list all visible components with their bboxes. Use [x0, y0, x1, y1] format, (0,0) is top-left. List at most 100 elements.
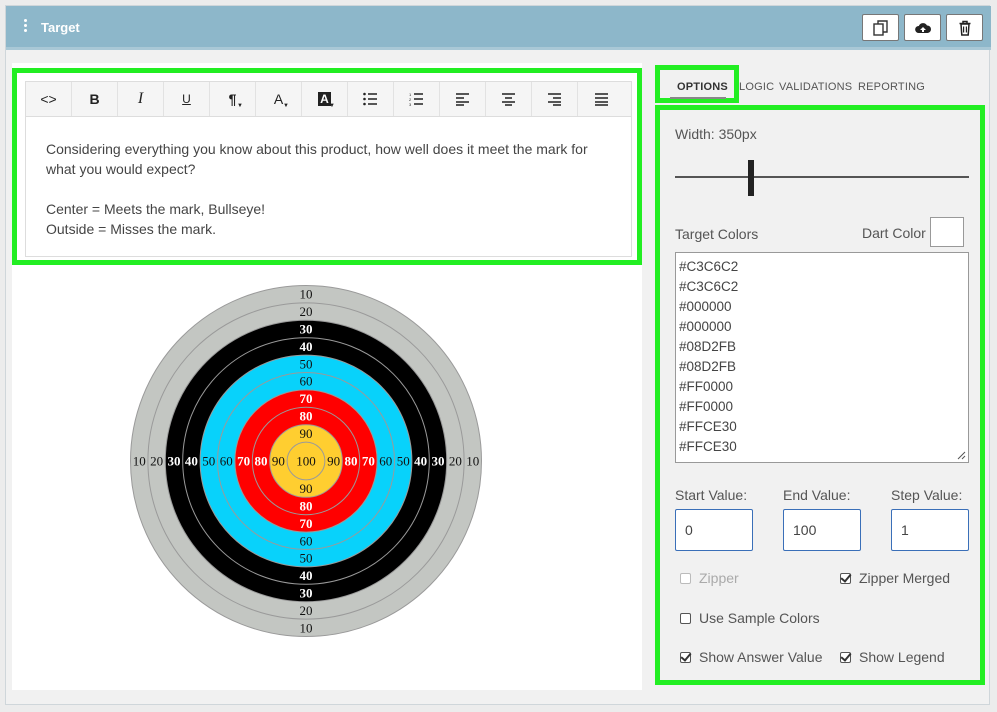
ring-value-label: 20 — [300, 603, 313, 618]
ring-value-label: 30 — [300, 322, 313, 337]
justify-icon — [594, 93, 608, 106]
delete-button[interactable] — [946, 14, 983, 41]
caret-down-icon: ▼ — [283, 103, 289, 109]
font-color-icon: A — [273, 91, 284, 107]
editor-content[interactable]: Considering everything you know about th… — [25, 117, 632, 257]
start-value-input[interactable]: 0 — [675, 509, 753, 551]
ring-value-label: 80 — [345, 454, 358, 469]
paragraph-icon: ¶ — [228, 91, 237, 107]
bulleted-list-icon — [363, 92, 377, 106]
tab-logic[interactable]: LOGIC — [739, 81, 774, 93]
ring-value-label: 90 — [300, 426, 313, 441]
align-right-button[interactable] — [532, 82, 578, 116]
checkbox-icon — [680, 572, 691, 584]
step-value-input[interactable]: 1 — [891, 509, 969, 551]
end-value-input[interactable]: 100 — [783, 509, 861, 551]
question-title: Target — [41, 20, 80, 35]
ring-value-label: 50 — [300, 551, 313, 566]
ring-value-label: 20 — [300, 304, 313, 319]
ring-value-label: 30 — [432, 454, 445, 469]
ring-value-label: 60 — [300, 374, 313, 389]
bulleted-list-button[interactable] — [348, 82, 394, 116]
drag-handle-icon[interactable] — [24, 19, 30, 35]
target-graphic[interactable]: 10 10 10 10 20 20 20 20 30 30 30 30 40 40 40 40 50 50 50 50… — [12, 283, 642, 683]
zipper-merged-label: Zipper Merged — [859, 570, 951, 586]
ring-value-label: 100 — [296, 454, 316, 469]
question-text-line: Considering everything you know about th… — [46, 141, 588, 177]
settings-panel: OPTIONS LOGIC VALIDATIONS REPORTING OPTI… — [655, 63, 985, 693]
background-color-dropdown[interactable]: A ▼ — [302, 82, 348, 116]
tab-validations[interactable]: VALIDATIONS — [779, 81, 852, 93]
settings-tabs: OPTIONS LOGIC VALIDATIONS REPORTING OPTI… — [655, 63, 985, 103]
color-entry: #FFCE30 — [679, 419, 737, 434]
ring-value-label: 30 — [168, 454, 181, 469]
resize-grip-icon[interactable] — [957, 451, 966, 460]
upload-button[interactable] — [904, 14, 941, 41]
ring-value-label: 10 — [466, 454, 479, 469]
question-header: Target — [6, 6, 991, 50]
trash-icon — [959, 20, 970, 36]
show-legend-checkbox[interactable]: Show Legend — [840, 649, 945, 665]
numbered-list-button[interactable]: 123 — [394, 82, 440, 116]
svg-text:3: 3 — [409, 102, 412, 106]
ring-value-label: 90 — [300, 481, 313, 496]
color-entry: #FF0000 — [679, 379, 734, 394]
use-sample-colors-checkbox[interactable]: Use Sample Colors — [680, 610, 820, 626]
ring-value-label: 40 — [185, 454, 198, 469]
ring-value-label: 80 — [300, 409, 313, 424]
font-color-dropdown[interactable]: A ▼ — [256, 82, 302, 116]
color-entry: #000000 — [679, 299, 732, 314]
copy-button[interactable] — [862, 14, 899, 41]
color-entry: #FF0000 — [679, 399, 734, 414]
align-right-icon — [548, 93, 561, 106]
ring-value-label: 10 — [300, 287, 313, 302]
justify-button[interactable] — [578, 82, 624, 116]
show-answer-value-label: Show Answer Value — [699, 649, 823, 665]
code-view-button[interactable]: <> — [26, 82, 72, 116]
underline-button[interactable]: U — [164, 82, 210, 116]
target-colors-textarea[interactable]: #C3C6C2 #C3C6C2 #000000 #000000 #08D2FB #08D2… — [675, 252, 969, 463]
ring-value-label: 40 — [414, 454, 427, 469]
caret-down-icon: ▼ — [237, 103, 243, 109]
rich-text-editor: <> B I U ¶ ▼ A ▼ A ▼ 123 Considering eve… — [12, 68, 642, 265]
step-value-label: Step Value: — [891, 487, 963, 503]
dart-color-swatch[interactable] — [930, 217, 964, 247]
align-left-icon — [456, 93, 469, 106]
ring-value-label: 40 — [300, 339, 313, 354]
paragraph-dropdown[interactable]: ¶ ▼ — [210, 82, 256, 116]
width-slider-track[interactable] — [675, 176, 969, 178]
ring-value-label: 20 — [449, 454, 462, 469]
question-text-line: Center = Meets the mark, Bullseye! — [46, 201, 266, 217]
align-center-icon — [502, 93, 515, 106]
align-left-button[interactable] — [440, 82, 486, 116]
ring-value-label: 70 — [237, 454, 250, 469]
start-value-label: Start Value: — [675, 487, 748, 503]
ring-value-label: 50 — [202, 454, 215, 469]
width-slider-thumb[interactable] — [748, 160, 754, 196]
tab-reporting[interactable]: REPORTING — [858, 81, 925, 93]
ring-value-label: 90 — [327, 454, 340, 469]
underline-icon: U — [182, 92, 191, 106]
bold-button[interactable]: B — [72, 82, 118, 116]
ring-value-label: 40 — [300, 568, 313, 583]
italic-button[interactable]: I — [118, 82, 164, 116]
dart-color-label: Dart Color — [862, 225, 926, 241]
checkbox-icon — [680, 612, 691, 624]
zipper-merged-checkbox[interactable]: Zipper Merged — [840, 570, 950, 586]
ring-value-label: 90 — [272, 454, 285, 469]
ring-value-label: 60 — [220, 454, 233, 469]
zipper-label: Zipper — [699, 570, 739, 586]
caret-down-icon: ▼ — [329, 103, 335, 109]
ring-value-label: 70 — [300, 516, 313, 531]
code-icon: <> — [40, 91, 57, 107]
question-preview: <> B I U ¶ ▼ A ▼ A ▼ 123 Considering eve… — [12, 63, 642, 690]
end-value-label: End Value: — [783, 487, 851, 503]
zipper-checkbox[interactable]: Zipper — [680, 570, 739, 586]
ring-value-label: 70 — [300, 391, 313, 406]
ring-value-label: 60 — [300, 533, 313, 548]
align-center-button[interactable] — [486, 82, 532, 116]
tab-options-label[interactable]: OPTIONS — [677, 81, 728, 93]
color-entry: #C3C6C2 — [679, 259, 739, 274]
show-answer-value-checkbox[interactable]: Show Answer Value — [680, 649, 822, 665]
color-entry: #08D2FB — [679, 339, 737, 354]
